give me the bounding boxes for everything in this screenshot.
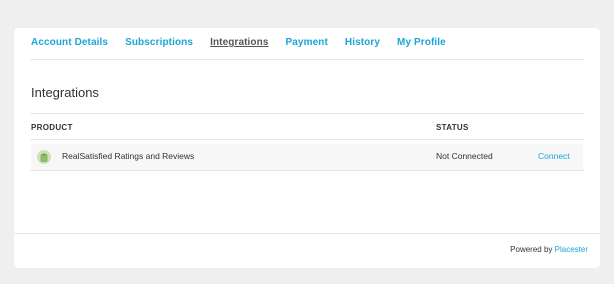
tab-history[interactable]: History	[345, 37, 380, 48]
header-divider	[30, 139, 584, 140]
page-title: Integrations	[31, 85, 99, 100]
status-column-header: STATUS	[436, 123, 469, 132]
tab-my-profile[interactable]: My Profile	[397, 37, 446, 48]
connect-button[interactable]: Connect	[538, 151, 570, 161]
tab-subscriptions[interactable]: Subscriptions	[125, 37, 193, 48]
footer: Powered by Placester	[510, 245, 588, 254]
integration-status: Not Connected	[436, 151, 493, 161]
account-card: Account Details Subscriptions Integratio…	[14, 28, 600, 268]
integration-name: RealSatisfied Ratings and Reviews	[62, 151, 195, 161]
account-tabs: Account Details Subscriptions Integratio…	[31, 37, 446, 48]
title-divider	[30, 113, 584, 114]
powered-by-label: Powered by	[510, 245, 553, 254]
tab-integrations[interactable]: Integrations	[210, 37, 268, 48]
clipboard-icon	[37, 150, 51, 164]
tab-payment[interactable]: Payment	[286, 37, 328, 48]
tab-account-details[interactable]: Account Details	[31, 37, 108, 48]
tabs-divider	[30, 59, 584, 60]
product-column-header: PRODUCT	[31, 123, 73, 132]
table-row: RealSatisfied Ratings and Reviews Not Co…	[31, 144, 583, 170]
row-divider	[30, 170, 584, 171]
placester-link[interactable]: Placester	[555, 245, 588, 254]
footer-divider	[14, 233, 600, 234]
